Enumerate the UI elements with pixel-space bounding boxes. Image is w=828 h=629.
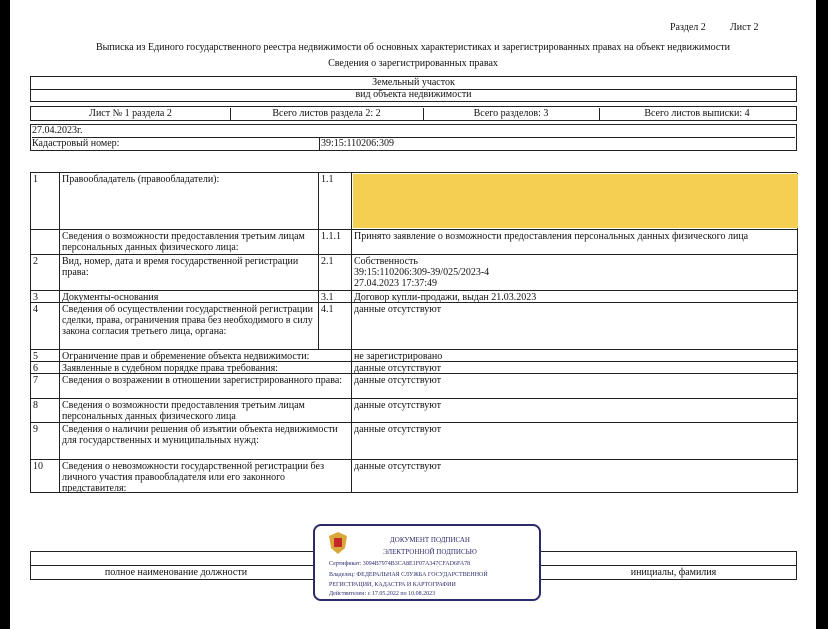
stamp-title-2: ЭЛЕКТРОННОЙ ПОДПИСЬЮ	[383, 548, 477, 556]
caption-text: вид объекта недвижимости	[355, 89, 472, 100]
cell-num: 8	[31, 399, 60, 423]
redacted-owner	[353, 174, 798, 228]
cell-code: 3.1	[319, 291, 352, 303]
extract-sheets-total: Всего листов выписки: 4	[644, 108, 750, 119]
cell-num: 10	[31, 460, 60, 493]
cell-num	[31, 230, 60, 255]
cell-num: 3	[31, 291, 60, 303]
cell-label: Сведения о невозможности государственной…	[60, 460, 352, 493]
cell-label: Сведения о наличии решения об изъятии об…	[60, 423, 352, 460]
stamp-certificate: Сертификат: 3094B7974B3CA8E1F07A347CFAD6…	[329, 561, 471, 567]
sections-total: Всего разделов: 3	[423, 108, 600, 121]
cell-num: 9	[31, 423, 60, 460]
cell-value: Принято заявление о возможности предоста…	[352, 230, 798, 255]
cell-label: Заявленные в судебном порядке права треб…	[60, 362, 352, 374]
sheet-label: Лист 2	[730, 22, 759, 33]
sheets-table: Лист № 1 раздела 2 Всего листов раздела …	[30, 106, 797, 121]
cell-code: 4.1	[319, 303, 352, 350]
cadastral-table: 27.04.2023г. Кадастровый номер: 39:15:11…	[30, 124, 797, 151]
cell-num: 1	[31, 173, 60, 230]
cell-label: Сведения о возражении в отношении зареги…	[60, 374, 352, 399]
electronic-signature-stamp: ДОКУМЕНТ ПОДПИСАН ЭЛЕКТРОННОЙ ПОДПИСЬЮ С…	[313, 524, 541, 601]
document-title: Выписка из Единого государственного реес…	[95, 42, 730, 53]
extract-date: 27.04.2023г.	[32, 125, 795, 138]
cadastral-label: Кадастровый номер:	[32, 138, 320, 150]
cell-value: данные отсутствуют	[319, 399, 798, 423]
cell-label: Вид, номер, дата и время государственной…	[60, 255, 319, 291]
cadastral-number: 39:15:110206:309	[321, 138, 394, 149]
cell-value: Договор купли-продажи, выдан 21.03.2023	[352, 291, 798, 303]
cell-code: 1.1.1	[319, 230, 352, 255]
stamp-validity: Действителен: с 17.05.2022 по 10.08.2023	[329, 591, 436, 597]
object-type-table: Земельный участок вид объекта недвижимос…	[30, 76, 797, 102]
cell-num: 7	[31, 374, 60, 399]
cell-num: 4	[31, 303, 60, 350]
coat-of-arms-icon	[329, 532, 347, 554]
cell-value: данные отсутствуют	[319, 423, 798, 460]
document-page: Раздел 2 Лист 2 Выписка из Единого госуд…	[10, 0, 816, 629]
cell-label: Ограничение прав и обременение объекта н…	[60, 350, 352, 362]
cell-label: Документы-основания	[60, 291, 319, 303]
cell-label: Сведения об осуществлении государственно…	[60, 303, 319, 350]
initials-caption: инициалы, фамилия	[630, 567, 717, 578]
cell-value: данные отсутствуют	[352, 303, 798, 350]
cell-value: данные отсутствуют	[319, 460, 798, 493]
cell-num: 5	[31, 350, 60, 362]
rights-table: 1 Правообладатель (правообладатели): 1.1 Св…	[30, 172, 798, 493]
cell-label: Сведения о возможности предоставления тр…	[60, 230, 319, 255]
cell-num: 6	[31, 362, 60, 374]
stamp-owner-2: РЕГИСТРАЦИИ, КАДАСТРА И КАРТОГРАФИИ	[329, 582, 456, 588]
cell-label: Сведения о возможности предоставления тр…	[60, 399, 352, 423]
cell-value: данные отсутствуют	[319, 374, 798, 399]
cell-label: Правообладатель (правообладатели):	[60, 173, 319, 230]
cell-code: 2.1	[319, 255, 352, 291]
section-sheets-total: Всего листов раздела 2: 2	[230, 108, 424, 121]
cell-num: 2	[31, 255, 60, 291]
section-label: Раздел 2	[670, 22, 706, 33]
cell-value: Собственность 39:15:110206:309-39/025/20…	[352, 255, 798, 291]
stamp-owner: Владелец: ФЕДЕРАЛЬНАЯ СЛУЖБА ГОСУДАРСТВЕ…	[329, 572, 488, 578]
position-caption: полное наименование должности	[104, 567, 248, 578]
cell-value: не зарегистрировано	[319, 350, 798, 362]
sheet-number: Лист № 1 раздела 2	[31, 108, 231, 121]
object-type-caption: вид объекта недвижимости	[31, 89, 796, 101]
cell-code: 1.1	[319, 173, 352, 230]
stamp-title-1: ДОКУМЕНТ ПОДПИСАН	[390, 536, 470, 544]
cell-value: данные отсутствуют	[319, 362, 798, 374]
document-subtitle: Сведения о зарегистрированных правах	[328, 58, 498, 69]
